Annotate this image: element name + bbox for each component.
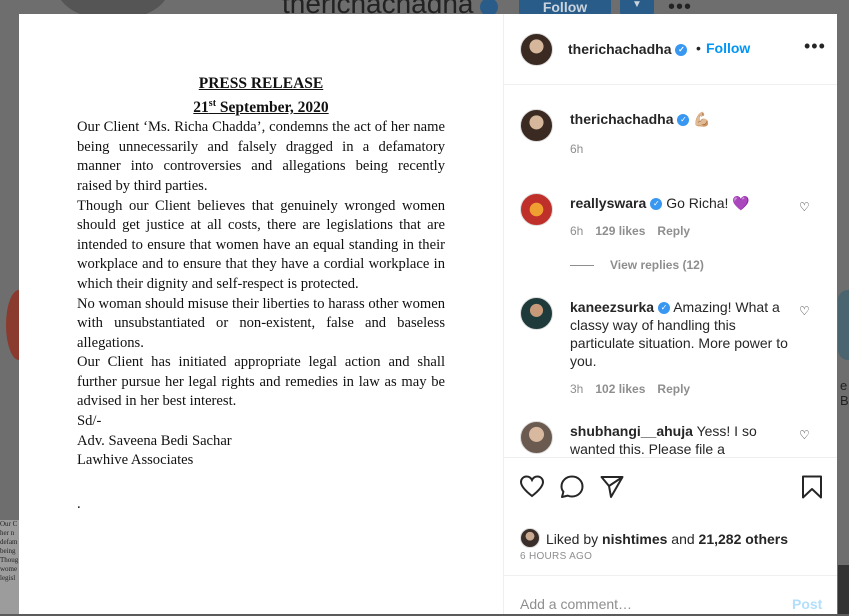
add-comment-bar: Add a comment… Post (504, 575, 837, 616)
share-paper-plane-icon[interactable] (599, 474, 625, 500)
post-sidebar: therichachadha ✓ • Follow ••• therichacha… (504, 14, 837, 614)
background-post-thumbnail (838, 565, 849, 614)
like-comment-heart-icon[interactable]: ♡ (799, 201, 811, 213)
post-header: therichachadha ✓ • Follow ••• (504, 14, 837, 85)
view-replies-button[interactable]: View replies (12) (570, 258, 704, 272)
post-modal: PRESS RELEASE 21st September, 2020 Our C… (19, 14, 837, 614)
avatar[interactable] (520, 193, 553, 226)
press-release-date: 21st September, 2020 (193, 98, 329, 117)
verified-badge-icon: ✓ (650, 198, 663, 211)
press-release-paragraph: Though our Client believes that genuinel… (77, 197, 445, 292)
likes-count[interactable]: 21,282 others (699, 531, 789, 547)
press-release-trailing-dot: . (77, 495, 81, 512)
comments-list[interactable]: therichachadha ✓ 💪🏼 6h reallyswara ✓ Go Ri… (504, 85, 837, 457)
comment-username[interactable]: kaneezsurka (570, 299, 654, 315)
press-release-signoff: Sd/- (77, 413, 102, 430)
comment-meta: 3h 102 likes Reply (570, 382, 690, 396)
comment-bubble-icon[interactable] (559, 474, 585, 500)
avatar[interactable] (520, 528, 540, 548)
comment-username[interactable]: shubhangi__ahuja (570, 423, 693, 439)
press-release-document: PRESS RELEASE 21st September, 2020 Our C… (77, 74, 445, 514)
header-username[interactable]: therichachadha ✓ (568, 41, 688, 57)
reply-button[interactable]: Reply (657, 224, 690, 238)
post-comment-button[interactable]: Post (792, 596, 822, 612)
post-image[interactable]: PRESS RELEASE 21st September, 2020 Our C… (19, 14, 504, 614)
comment-time: 3h (570, 382, 584, 396)
background-story-label: e B (840, 378, 849, 408)
avatar[interactable] (520, 421, 553, 454)
comment-input[interactable]: Add a comment… (520, 596, 632, 612)
comment-meta: 6h (570, 142, 583, 156)
avatar[interactable] (520, 109, 553, 142)
comment-likes[interactable]: 102 likes (595, 382, 645, 396)
like-comment-heart-icon[interactable]: ♡ (799, 429, 811, 441)
comment-username[interactable]: reallyswara (570, 195, 646, 211)
comment-time: 6h (570, 142, 584, 156)
comment-meta: 6h 129 likes Reply (570, 224, 690, 238)
comment-text: Go Richa! 💜 (666, 195, 750, 211)
verified-badge-icon: ✓ (677, 114, 690, 127)
press-release-firm: Lawhive Associates (77, 452, 194, 469)
post-actions: Liked by nishtimes and 21,282 others 6 H… (504, 457, 837, 615)
save-bookmark-icon[interactable] (799, 474, 825, 500)
comment-username[interactable]: therichachadha (570, 111, 673, 127)
comment-time: 6h (570, 224, 584, 238)
liked-by-username[interactable]: nishtimes (602, 531, 667, 547)
avatar[interactable] (520, 297, 553, 330)
post-timestamp[interactable]: 6 HOURS AGO (520, 551, 592, 562)
verified-badge-icon: ✓ (658, 302, 671, 315)
comment-text: 💪🏼 (693, 111, 711, 127)
verified-badge-icon: ✓ (675, 44, 688, 57)
press-release-title: PRESS RELEASE (198, 75, 324, 92)
press-release-paragraph: Our Client has initiated appropriate leg… (77, 354, 445, 410)
likes-summary: Liked by nishtimes and 21,282 others (520, 524, 789, 548)
more-options-icon[interactable]: ••• (804, 36, 826, 57)
separator-dot: • (696, 40, 701, 56)
background-story-highlight (838, 290, 849, 360)
avatar[interactable] (520, 33, 553, 66)
press-release-signatory: Adv. Saveena Bedi Sachar (77, 432, 232, 449)
follow-button[interactable]: Follow (706, 40, 750, 56)
like-heart-icon[interactable] (519, 474, 545, 500)
comment-likes[interactable]: 129 likes (595, 224, 645, 238)
press-release-paragraph: Our Client ‘Ms. Richa Chadda’, condemns … (77, 119, 445, 194)
reply-button[interactable]: Reply (657, 382, 690, 396)
press-release-paragraph: No woman should misuse their liberties t… (77, 295, 445, 351)
like-comment-heart-icon[interactable]: ♡ (799, 305, 811, 317)
